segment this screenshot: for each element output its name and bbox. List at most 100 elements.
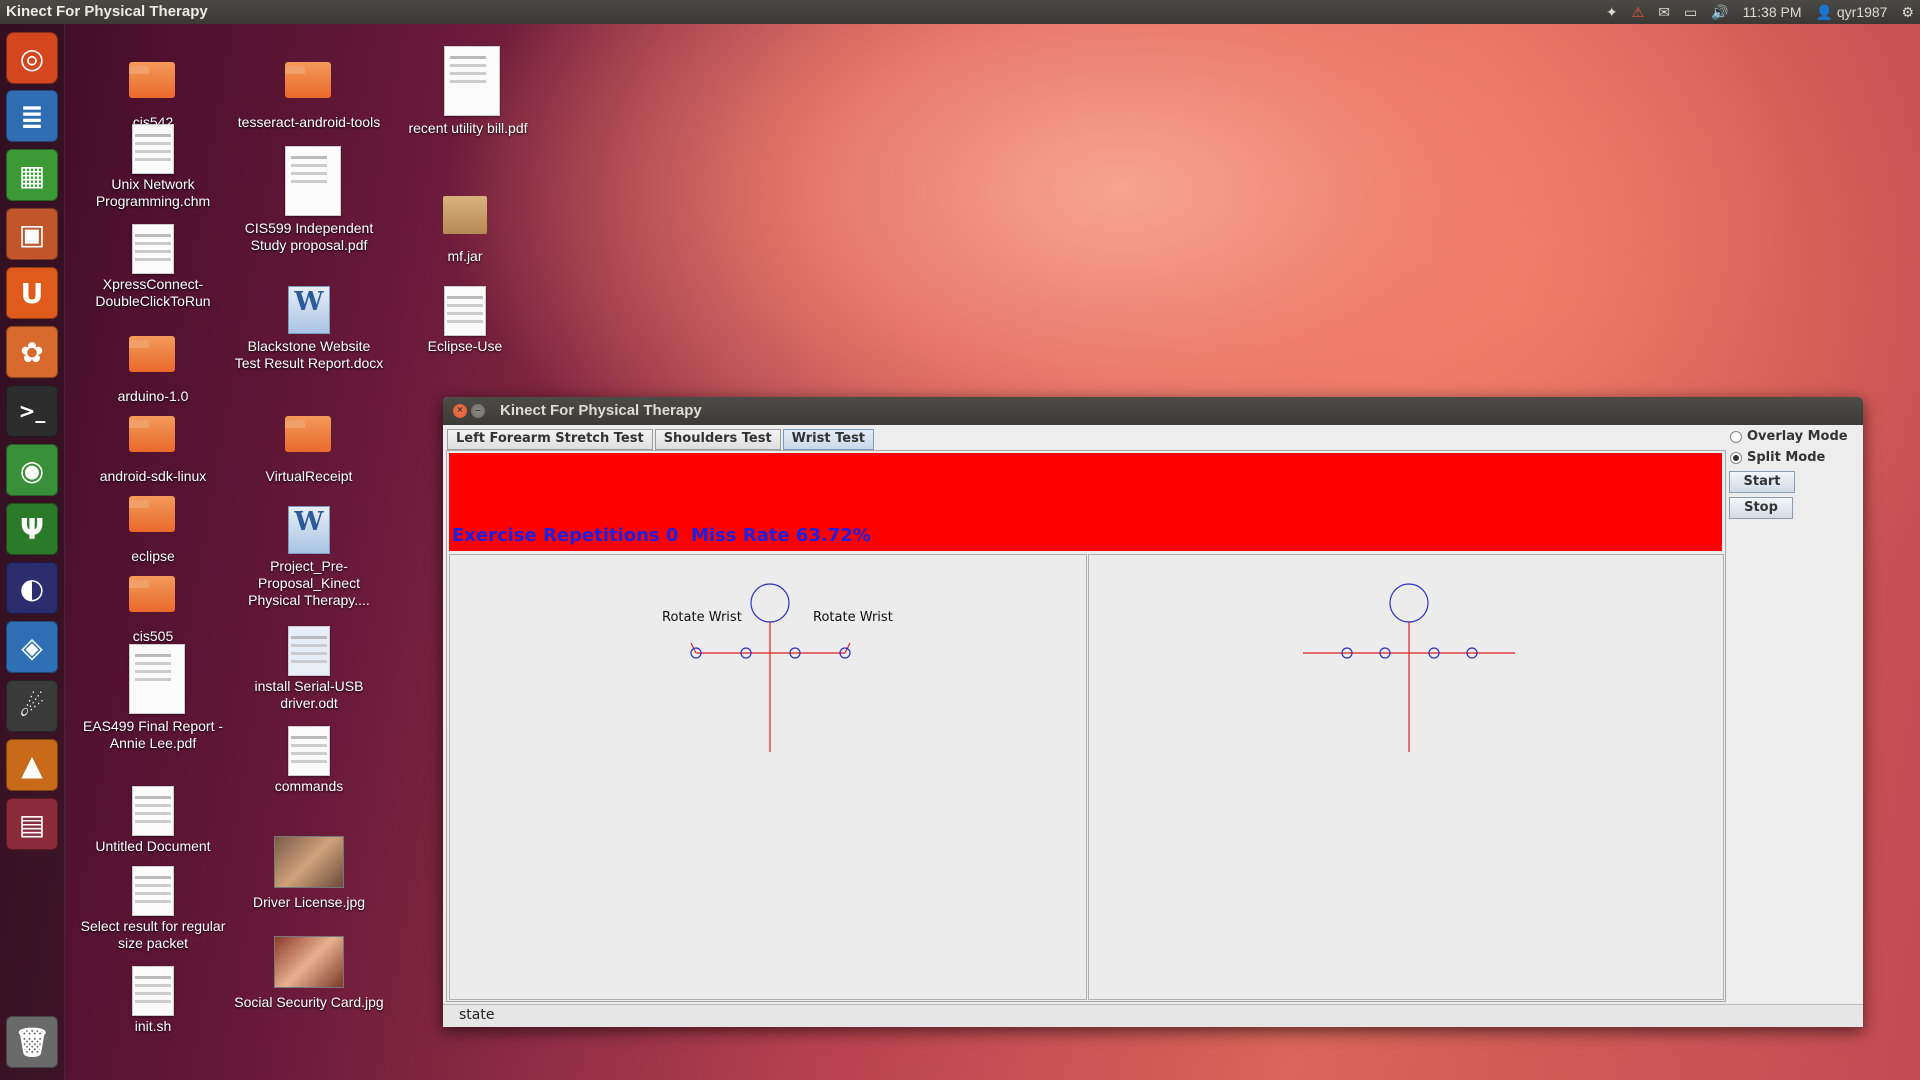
mail-icon[interactable]: ✉ bbox=[1658, 4, 1670, 21]
desktop-icon[interactable]: Eclipse-Use bbox=[390, 286, 540, 355]
desktop-icon-label: EAS499 Final Report - Annie Lee.pdf bbox=[82, 718, 224, 751]
calc-icon[interactable]: ▦ bbox=[6, 149, 58, 201]
warning-icon[interactable]: ⚠ bbox=[1632, 4, 1645, 21]
chrome-icon[interactable]: ◉ bbox=[6, 444, 58, 496]
folder-icon bbox=[129, 62, 177, 110]
desktop-icon[interactable]: install Serial-USB driver.odt bbox=[234, 626, 384, 712]
desktop-icon[interactable]: init.sh bbox=[78, 966, 228, 1035]
desktop-icon[interactable]: recent utility bill.pdf bbox=[393, 46, 543, 137]
desktop-icon[interactable]: cis542 bbox=[78, 52, 228, 131]
desktop-icon-label: VirtualReceipt bbox=[265, 468, 353, 484]
trash-icon[interactable]: 🗑 bbox=[6, 1016, 58, 1068]
document-icon bbox=[129, 124, 177, 174]
target-pose-panel: Rotate Wrist Rotate Wrist bbox=[449, 554, 1087, 1000]
desktop-icon-label: XpressConnect-DoubleClickToRun bbox=[95, 276, 211, 309]
desktop-icon[interactable]: commands bbox=[234, 726, 384, 795]
volume-icon[interactable]: 🔊 bbox=[1711, 4, 1728, 21]
terminal-icon[interactable]: >_ bbox=[6, 385, 58, 437]
desktop-icon[interactable]: Untitled Document bbox=[78, 786, 228, 855]
minimize-icon[interactable]: – bbox=[471, 404, 485, 418]
jar-package-icon bbox=[441, 196, 489, 244]
desktop-icon[interactable]: eclipse bbox=[78, 486, 228, 565]
tab-wrist-test[interactable]: Wrist Test bbox=[782, 429, 875, 450]
clock[interactable]: 11:38 PM bbox=[1743, 4, 1802, 20]
network-tool-icon[interactable]: Ψ bbox=[6, 503, 58, 555]
photo-icon bbox=[274, 936, 344, 990]
rotate-wrist-label-right: Rotate Wrist bbox=[813, 610, 893, 625]
matlab-icon[interactable]: ▲ bbox=[6, 739, 58, 791]
split-mode-radio[interactable]: Split Mode bbox=[1730, 450, 1860, 465]
target-skeleton: Rotate Wrist Rotate Wrist bbox=[662, 583, 893, 752]
desktop-icon-label: Unix Network Programming.chm bbox=[95, 176, 211, 209]
overlay-mode-radio[interactable]: Overlay Mode bbox=[1730, 429, 1860, 444]
desktop-icon[interactable]: mf.jar bbox=[390, 186, 540, 265]
kinect-app-icon[interactable]: ☄ bbox=[6, 680, 58, 732]
desktop-icon-label: mf.jar bbox=[447, 248, 483, 264]
folder-icon bbox=[129, 576, 177, 624]
desktop-icon-label: Select result for regular size packet bbox=[80, 918, 226, 951]
app-window: × – Kinect For Physical Therapy Left For… bbox=[443, 397, 1863, 1027]
desktop-icon-label: Project_Pre-Proposal_Kinect Physical The… bbox=[248, 558, 370, 608]
desktop-icon-label: arduino-1.0 bbox=[117, 388, 189, 404]
desktop-icon-label: Social Security Card.jpg bbox=[234, 994, 384, 1010]
active-app-title: Kinect For Physical Therapy bbox=[6, 3, 208, 20]
window-title: Kinect For Physical Therapy bbox=[500, 402, 702, 419]
status-banner: Exercise Repetitions 0 Miss Rate 63.72% bbox=[449, 453, 1722, 551]
desktop-icon-label: install Serial-USB driver.odt bbox=[254, 678, 364, 711]
document-icon bbox=[285, 626, 333, 676]
radio-button-icon bbox=[1730, 430, 1742, 443]
desktop-icon[interactable]: VirtualReceipt bbox=[234, 406, 384, 485]
close-icon[interactable]: × bbox=[453, 404, 467, 418]
desktop-icon[interactable]: tesseract-android-tools bbox=[234, 52, 384, 131]
tab-shoulders-test[interactable]: Shoulders Test bbox=[654, 429, 781, 450]
document-icon bbox=[129, 224, 177, 274]
desktop-icon[interactable]: W Project_Pre-Proposal_Kinect Physical T… bbox=[234, 506, 384, 609]
workspace-switcher-icon[interactable]: ▤ bbox=[6, 798, 58, 850]
word-doc-icon: W bbox=[285, 286, 333, 334]
user-menu[interactable]: 👤 qyr1987 bbox=[1816, 4, 1888, 21]
desktop-icon[interactable]: android-sdk-linux bbox=[78, 406, 228, 485]
desktop-icon[interactable]: Social Security Card.jpg bbox=[234, 936, 384, 1011]
desktop-icon-label: commands bbox=[274, 778, 344, 794]
virtualbox-icon[interactable]: ◈ bbox=[6, 621, 58, 673]
desktop-icon[interactable]: Select result for regular size packet bbox=[78, 866, 228, 952]
writer-icon[interactable]: ≣ bbox=[6, 90, 58, 142]
desktop-icon[interactable]: CIS599 Independent Study proposal.pdf bbox=[234, 146, 384, 254]
status-bar: state bbox=[443, 1004, 1863, 1027]
gear-icon[interactable]: ⚙ bbox=[1901, 4, 1914, 21]
document-icon bbox=[285, 146, 341, 216]
desktop-icon[interactable]: arduino-1.0 bbox=[78, 326, 228, 405]
start-button[interactable]: Start bbox=[1729, 471, 1795, 493]
desktop-icon-label: cis505 bbox=[132, 628, 174, 644]
desktop-icon[interactable]: XpressConnect-DoubleClickToRun bbox=[78, 224, 228, 310]
ubuntu-dash-icon[interactable]: ◎ bbox=[6, 32, 58, 84]
desktop-icon-label: Blackstone Website Test Result Report.do… bbox=[234, 338, 384, 371]
desktop-icon[interactable]: Unix Network Programming.chm bbox=[78, 124, 228, 210]
desktop-icon[interactable]: W Blackstone Website Test Result Report.… bbox=[234, 286, 384, 372]
impress-icon[interactable]: ▣ bbox=[6, 208, 58, 260]
launcher: ◎ ≣ ▦ ▣ U ✿ >_ ◉ Ψ ◐ ◈ ☄ ▲ ▤ 🗑 bbox=[0, 24, 65, 1080]
photo-icon bbox=[274, 836, 344, 890]
document-icon bbox=[129, 866, 177, 916]
dropbox-icon[interactable]: ✦ bbox=[1606, 4, 1618, 21]
exercise-stats: Exercise Repetitions 0 Miss Rate 63.72% bbox=[452, 525, 871, 546]
window-titlebar[interactable]: × – Kinect For Physical Therapy bbox=[443, 397, 1863, 425]
system-tray: ✦ ⚠ ✉ ▭ 🔊 11:38 PM 👤 qyr1987 ⚙ bbox=[1606, 0, 1914, 24]
head-joint bbox=[1389, 583, 1429, 623]
document-icon bbox=[285, 726, 333, 776]
eclipse-icon[interactable]: ◐ bbox=[6, 562, 58, 614]
document-icon bbox=[441, 286, 489, 336]
stop-button[interactable]: Stop bbox=[1729, 497, 1793, 519]
desktop-icon[interactable]: cis505 bbox=[78, 566, 228, 645]
folder-icon bbox=[129, 416, 177, 464]
battery-icon[interactable]: ▭ bbox=[1684, 4, 1697, 21]
desktop-icon[interactable]: EAS499 Final Report - Annie Lee.pdf bbox=[78, 644, 228, 752]
user-name: qyr1987 bbox=[1836, 3, 1888, 20]
desktop-icon-label: Untitled Document bbox=[95, 838, 211, 854]
desktop-icon-label: recent utility bill.pdf bbox=[408, 120, 528, 136]
desktop-icon[interactable]: Driver License.jpg bbox=[234, 836, 384, 911]
tab-left-forearm-stretch-test[interactable]: Left Forearm Stretch Test bbox=[447, 429, 653, 450]
ubuntu-one-icon[interactable]: U bbox=[6, 267, 58, 319]
head-joint bbox=[750, 583, 790, 623]
software-center-icon[interactable]: ✿ bbox=[6, 326, 58, 378]
